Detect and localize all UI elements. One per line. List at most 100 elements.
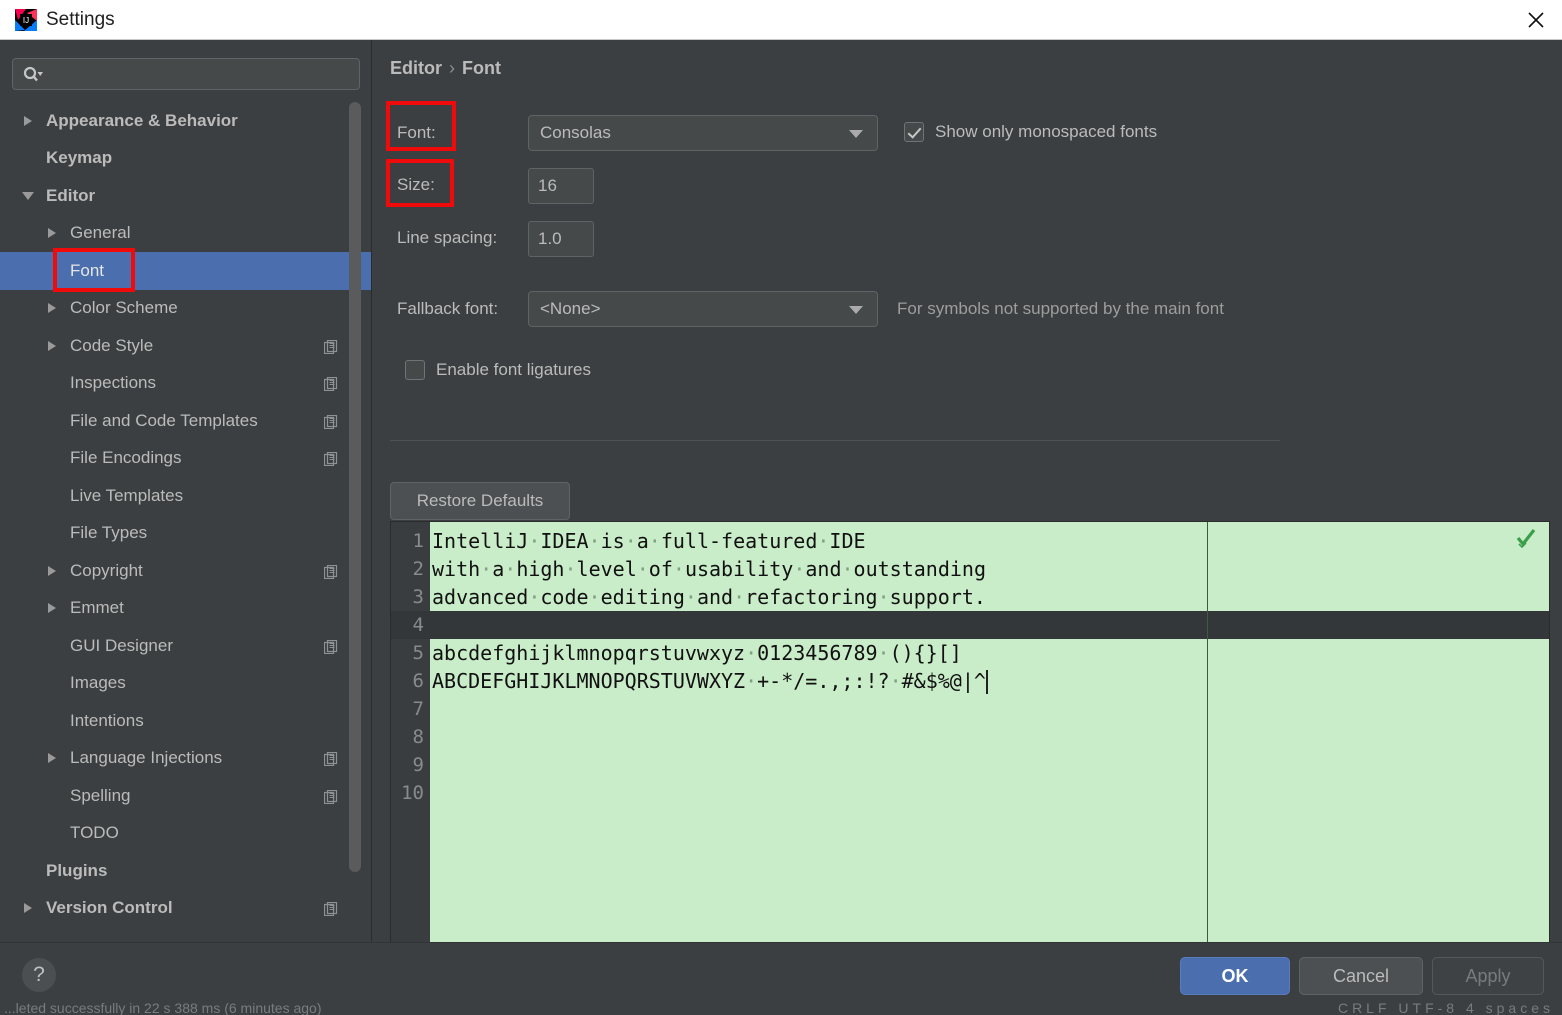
sidebar-item-editor[interactable]: Editor	[0, 177, 360, 215]
project-settings-copy-icon	[323, 376, 338, 392]
line-spacing-label: Line spacing:	[397, 228, 498, 247]
line-number: 6	[412, 670, 424, 692]
line-number: 1	[412, 530, 424, 552]
chevron-right-icon[interactable]	[22, 899, 40, 917]
size-label: Size:	[397, 175, 435, 194]
sidebar-item-font[interactable]: Font	[0, 252, 371, 290]
font-family-combobox[interactable]: Consolas	[528, 115, 878, 151]
search-box[interactable]	[12, 58, 360, 90]
line-spacing-input[interactable]	[528, 221, 594, 257]
cancel-button[interactable]: Cancel	[1299, 957, 1423, 995]
sidebar-item-gui-designer[interactable]: GUI Designer	[0, 627, 360, 665]
sidebar-item-language-injections[interactable]: Language Injections	[0, 740, 360, 778]
sidebar-item-images[interactable]: Images	[0, 665, 360, 703]
line-number: 3	[412, 586, 424, 608]
code-line: advanced·code·editing·and·refactoring·su…	[432, 585, 986, 609]
sidebar-item-emmet[interactable]: Emmet	[0, 590, 360, 628]
chevron-right-icon[interactable]	[46, 337, 64, 355]
line-number: 7	[412, 698, 424, 720]
sidebar-item-label: Code Style	[70, 335, 154, 355]
intellij-idea-logo-icon: IJ	[14, 8, 38, 32]
sidebar-item-label: Inspections	[70, 373, 156, 393]
dialog-footer: ? OK Cancel Apply	[0, 942, 1562, 1000]
font-size-input[interactable]	[528, 168, 594, 204]
editor-preview-text[interactable]: IntelliJ·IDEA·is·a·full-featured·IDE with…	[430, 522, 1549, 942]
close-button[interactable]	[1510, 0, 1562, 39]
sidebar-item-live-templates[interactable]: Live Templates	[0, 477, 360, 515]
close-icon	[1527, 11, 1545, 29]
inspection-ok-checkmark-icon[interactable]	[1515, 528, 1537, 549]
sidebar-item-version-control[interactable]: Version Control	[0, 890, 360, 928]
sidebar-item-todo[interactable]: TODO	[0, 815, 360, 853]
line-number: 8	[412, 726, 424, 748]
code-line: IntelliJ·IDEA·is·a·full-featured·IDE	[432, 529, 866, 553]
chevron-right-icon[interactable]	[46, 562, 64, 580]
project-settings-copy-icon	[323, 451, 338, 467]
enable-ligatures-checkbox-row[interactable]: Enable font ligatures	[405, 360, 591, 380]
search-icon	[22, 66, 44, 84]
search-input[interactable]	[51, 59, 351, 89]
sidebar-item-label: Copyright	[70, 560, 143, 580]
sidebar-item-label: Color Scheme	[70, 298, 178, 318]
sidebar-item-file-and-code-templates[interactable]: File and Code Templates	[0, 402, 360, 440]
current-line-gutter-highlight	[391, 611, 430, 639]
sidebar-item-label: Appearance & Behavior	[46, 110, 238, 130]
font-preview-editor[interactable]: 1 2 3 4 5 6 7 8 9 10 IntelliJ·IDEA·is·a·full-feat…	[390, 521, 1550, 942]
breadcrumb-root[interactable]: Editor	[390, 58, 442, 78]
sidebar-item-file-types[interactable]: File Types	[0, 515, 360, 553]
sidebar-item-label: GUI Designer	[70, 635, 173, 655]
sidebar-item-label: Keymap	[46, 148, 113, 168]
sidebar-item-label: Live Templates	[70, 485, 184, 505]
show-monospaced-checkbox-row[interactable]: Show only monospaced fonts	[904, 122, 1157, 142]
chevron-right-icon[interactable]	[46, 599, 64, 617]
help-question-icon: ?	[33, 963, 45, 986]
code-line: with·a·high·level·of·usability·and·outst…	[432, 557, 986, 581]
chevron-right-icon[interactable]	[22, 112, 40, 130]
sidebar-item-label: File Encodings	[70, 448, 182, 468]
enable-ligatures-checkbox[interactable]	[405, 360, 425, 380]
fallback-font-combobox[interactable]: <None>	[528, 291, 878, 327]
window-title: Settings	[46, 9, 115, 30]
chevron-right-icon[interactable]	[46, 749, 64, 767]
project-settings-copy-icon	[323, 751, 338, 767]
sidebar-item-intentions[interactable]: Intentions	[0, 702, 360, 740]
chevron-down-icon	[849, 306, 863, 314]
project-settings-copy-icon	[323, 339, 338, 354]
sidebar-item-spelling[interactable]: Spelling	[0, 777, 360, 815]
search-field-wrapper	[12, 58, 360, 90]
sidebar-item-inspections[interactable]: Inspections	[0, 365, 360, 403]
line-number: 9	[412, 754, 424, 776]
sidebar-item-plugins[interactable]: Plugins	[0, 852, 360, 890]
sidebar-item-file-encodings[interactable]: File Encodings	[0, 440, 360, 478]
sidebar-item-code-style[interactable]: Code Style	[0, 327, 360, 365]
enable-ligatures-label: Enable font ligatures	[436, 360, 591, 379]
show-monospaced-checkbox[interactable]	[904, 122, 924, 142]
ok-button[interactable]: OK	[1180, 957, 1290, 995]
fallback-font-label: Fallback font:	[397, 299, 499, 318]
chevron-right-icon[interactable]	[46, 224, 64, 242]
sidebar-item-copyright[interactable]: Copyright	[0, 552, 360, 590]
chevron-down-icon[interactable]	[22, 187, 40, 205]
restore-defaults-button[interactable]: Restore Defaults	[390, 482, 570, 520]
breadcrumb: Editor › Font	[390, 58, 501, 79]
sidebar-item-label: TODO	[70, 823, 119, 843]
help-button[interactable]: ?	[22, 958, 56, 992]
settings-dialog: ...leted successfully in 22 s 388 ms (6 …	[0, 0, 1562, 1015]
sidebar-item-general[interactable]: General	[0, 215, 360, 253]
code-line: abcdefghijklmnopqrstuvwxyz·0123456789·()…	[432, 641, 962, 665]
breadcrumb-leaf: Font	[462, 58, 501, 78]
sidebar-scrollbar-thumb[interactable]	[349, 102, 361, 872]
breadcrumb-separator-icon: ›	[449, 58, 455, 78]
editor-line-number-gutter: 1 2 3 4 5 6 7 8 9 10	[391, 522, 430, 942]
project-settings-copy-icon	[323, 901, 338, 917]
svg-text:IJ: IJ	[23, 16, 29, 25]
sidebar-item-keymap[interactable]: Keymap	[0, 140, 360, 178]
chevron-right-icon[interactable]	[46, 299, 64, 317]
font-family-value: Consolas	[540, 123, 611, 142]
apply-button: Apply	[1432, 957, 1544, 995]
sidebar-item-color-scheme[interactable]: Color Scheme	[0, 290, 360, 328]
settings-sidebar: Appearance & Behavior Keymap Editor General…	[0, 40, 372, 942]
sidebar-item-appearance-behavior[interactable]: Appearance & Behavior	[0, 102, 360, 140]
line-number: 10	[401, 782, 424, 804]
